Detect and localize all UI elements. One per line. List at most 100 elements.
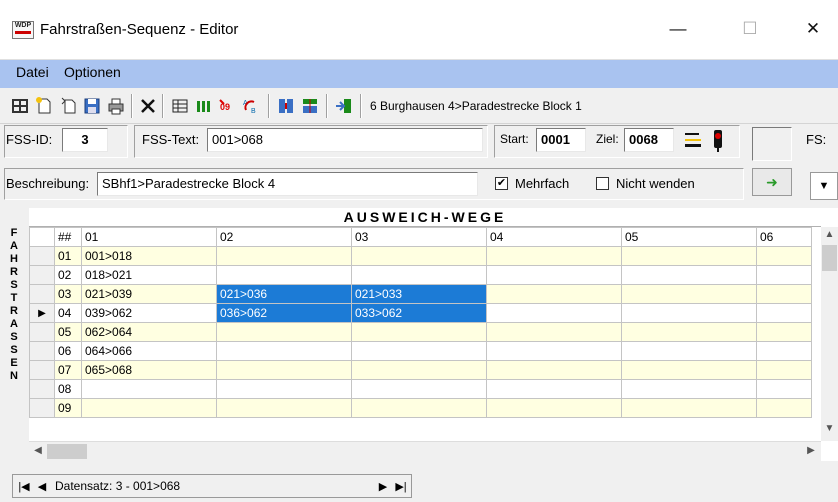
save-icon[interactable]	[82, 96, 102, 116]
route-cell[interactable]: 018>021	[81, 265, 217, 285]
menu-datei[interactable]: Datei	[16, 64, 49, 80]
route-cell[interactable]	[621, 284, 757, 304]
row-indicator[interactable]	[29, 246, 55, 266]
grid-icon[interactable]	[170, 96, 190, 116]
route-cell[interactable]	[351, 322, 487, 342]
route-cell[interactable]	[351, 265, 487, 285]
vertical-scroll-thumb[interactable]	[822, 245, 837, 271]
route-cell[interactable]: 065>068	[81, 360, 217, 380]
close-button[interactable]: ✕	[790, 14, 836, 44]
column-header[interactable]: 06	[756, 227, 812, 247]
route-cell[interactable]	[621, 265, 757, 285]
route-cell[interactable]	[351, 341, 487, 361]
row-indicator[interactable]	[29, 284, 55, 304]
route-cell[interactable]	[621, 322, 757, 342]
track-icon[interactable]	[682, 130, 704, 150]
route-cell[interactable]	[621, 341, 757, 361]
route-cell[interactable]: 001>018	[81, 246, 217, 266]
route-cell[interactable]	[216, 322, 352, 342]
row-indicator[interactable]	[29, 341, 55, 361]
scroll-right-arrow[interactable]: ▶	[804, 445, 818, 456]
new-icon[interactable]	[34, 96, 54, 116]
last-record-button[interactable]: ▶|	[393, 477, 409, 497]
vertical-scrollbar[interactable]: ▲ ▼	[821, 227, 838, 441]
route-cell[interactable]	[216, 360, 352, 380]
route-cell[interactable]	[81, 379, 217, 399]
maximize-button[interactable]: ☐	[727, 14, 773, 44]
scroll-left-arrow[interactable]: ◀	[31, 445, 45, 456]
route-cell[interactable]	[621, 398, 757, 418]
column-header[interactable]: 02	[216, 227, 352, 247]
route-cell[interactable]	[486, 303, 622, 323]
route-cell[interactable]	[756, 284, 812, 304]
table-row[interactable]: 08	[29, 379, 812, 399]
row-indicator[interactable]	[29, 360, 55, 380]
column-header[interactable]: ##	[54, 227, 82, 247]
prev-record-button[interactable]: ◀	[34, 477, 50, 497]
table-row[interactable]: 05 062>064	[29, 322, 812, 342]
fs-dropdown-button[interactable]: ▼	[810, 172, 838, 200]
column-header[interactable]: 05	[621, 227, 757, 247]
route-cell[interactable]	[486, 379, 622, 399]
table-row[interactable]: ▶ 04 039>062 036>062 033>062	[29, 303, 812, 323]
move-icon[interactable]	[10, 96, 30, 116]
swap-icon[interactable]: AB	[242, 96, 262, 116]
route-cell[interactable]: 021>036	[216, 284, 352, 304]
chart-icon[interactable]	[194, 96, 214, 116]
table-row[interactable]: 09	[29, 398, 812, 418]
route-cell[interactable]	[486, 284, 622, 304]
table-row[interactable]: 02 018>021	[29, 265, 812, 285]
export-icon[interactable]	[334, 96, 354, 116]
row-indicator[interactable]	[29, 398, 55, 418]
row-indicator[interactable]	[29, 379, 55, 399]
route-cell[interactable]	[756, 341, 812, 361]
route-cell[interactable]	[81, 398, 217, 418]
copy-icon[interactable]	[58, 96, 78, 116]
route-cell[interactable]	[351, 398, 487, 418]
route-cell[interactable]	[216, 246, 352, 266]
route-cell[interactable]	[216, 398, 352, 418]
route-cell[interactable]	[351, 360, 487, 380]
horizontal-scrollbar[interactable]: ◀ ▶	[29, 441, 821, 461]
scroll-up-arrow[interactable]: ▲	[821, 229, 838, 240]
route-cell[interactable]: 064>066	[81, 341, 217, 361]
route-cell[interactable]	[351, 379, 487, 399]
column-header[interactable]: 01	[81, 227, 217, 247]
route-cell[interactable]: 021>039	[81, 284, 217, 304]
scroll-down-arrow[interactable]: ▼	[821, 423, 838, 434]
delete-icon[interactable]	[138, 96, 158, 116]
route-cell[interactable]: 062>064	[81, 322, 217, 342]
route-cell[interactable]	[486, 246, 622, 266]
route-cell[interactable]: 036>062	[216, 303, 352, 323]
merge-icon[interactable]	[300, 96, 320, 116]
route-cell[interactable]	[621, 303, 757, 323]
route-cell[interactable]	[756, 246, 812, 266]
print-icon[interactable]	[106, 96, 126, 116]
route-cell[interactable]	[486, 265, 622, 285]
forward-arrow-button[interactable]: ➜	[752, 168, 792, 196]
record-icon[interactable]: 09	[218, 96, 238, 116]
current-row-indicator[interactable]: ▶	[29, 303, 55, 323]
split-icon[interactable]	[276, 96, 296, 116]
nicht-wenden-checkbox[interactable]	[596, 177, 609, 190]
route-cell[interactable]	[621, 246, 757, 266]
column-header[interactable]: 04	[486, 227, 622, 247]
next-record-button[interactable]: ▶	[375, 477, 391, 497]
route-cell[interactable]	[216, 265, 352, 285]
mehrfach-checkbox[interactable]: ✔	[495, 177, 508, 190]
route-cell[interactable]	[621, 360, 757, 380]
route-cell[interactable]: 039>062	[81, 303, 217, 323]
route-cell[interactable]	[351, 246, 487, 266]
route-cell[interactable]	[756, 398, 812, 418]
route-cell[interactable]	[756, 360, 812, 380]
row-indicator[interactable]	[29, 265, 55, 285]
route-cell[interactable]	[621, 379, 757, 399]
route-cell[interactable]	[756, 265, 812, 285]
first-record-button[interactable]: |◀	[16, 477, 32, 497]
route-cell[interactable]	[486, 398, 622, 418]
column-header[interactable]: 03	[351, 227, 487, 247]
route-cell[interactable]: 033>062	[351, 303, 487, 323]
route-cell[interactable]	[756, 303, 812, 323]
route-cell[interactable]	[216, 341, 352, 361]
route-cell[interactable]	[756, 322, 812, 342]
